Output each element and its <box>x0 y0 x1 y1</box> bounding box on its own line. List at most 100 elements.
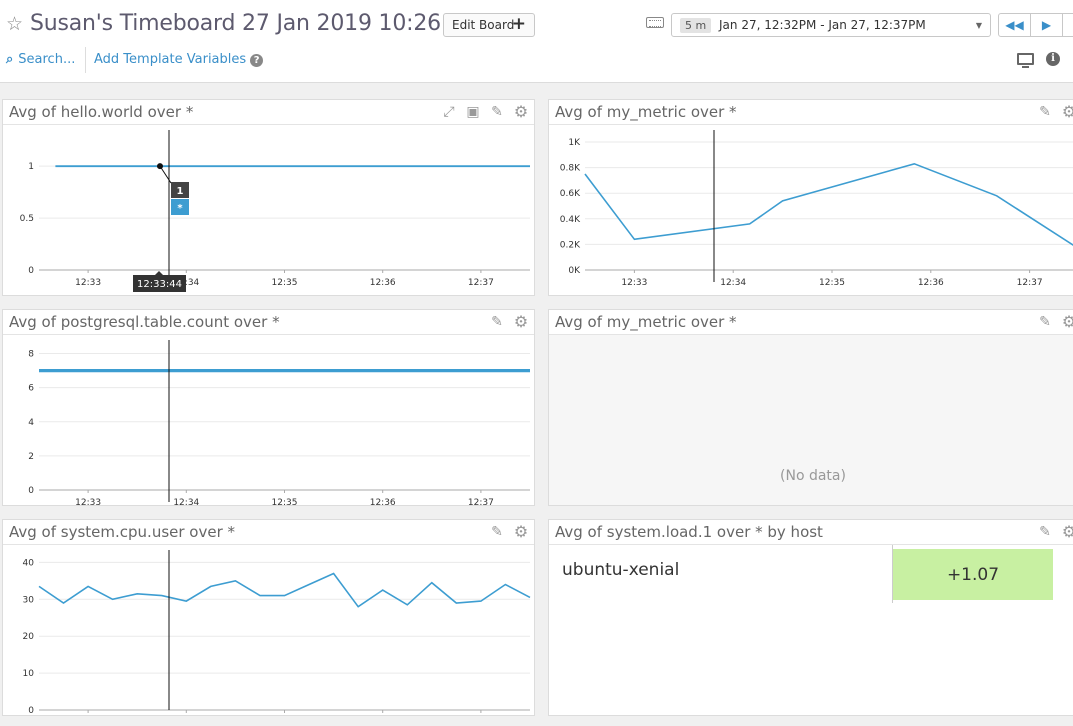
y-tick-label: 0 <box>28 486 34 496</box>
widget-title: Avg of my_metric over * <box>555 103 737 121</box>
widget-system-cpu-user: Avg of system.cpu.user over * ✎ ⚙ 0 10 20 3… <box>2 519 535 716</box>
series-line <box>584 162 1073 246</box>
search-icon: ⌕ <box>6 52 14 67</box>
tooltip-series: * <box>177 203 183 214</box>
gear-icon[interactable]: ⚙ <box>1061 524 1073 540</box>
timeframe-span-badge: 5 m <box>680 18 712 33</box>
x-tick-label: 12:33 <box>621 278 647 288</box>
pencil-icon[interactable]: ✎ <box>489 104 505 120</box>
time-navigation: ◀◀ ▶ ▶ <box>998 13 1073 37</box>
widget-title: Avg of postgresql.table.count over * <box>9 313 280 331</box>
hover-point <box>157 163 163 170</box>
widget-actions: ✎ ⚙ <box>1037 524 1073 541</box>
widget-title: Avg of system.load.1 over * by host <box>555 523 823 541</box>
info-icon[interactable]: i <box>1046 52 1060 66</box>
y-tick-label: 0K <box>568 266 581 276</box>
expand-icon[interactable]: ⤢ <box>441 104 457 120</box>
pencil-icon[interactable]: ✎ <box>489 314 505 330</box>
search-box[interactable]: ⌕ Search... <box>6 52 75 67</box>
y-tick-label: 10 <box>23 669 35 679</box>
play-button[interactable]: ▶ <box>1030 13 1063 37</box>
pencil-icon[interactable]: ✎ <box>1037 104 1053 120</box>
widget-system-load: Avg of system.load.1 over * by host ✎ ⚙ … <box>548 519 1073 716</box>
x-tick-label: 12:36 <box>918 278 944 288</box>
gear-icon[interactable]: ⚙ <box>1061 314 1073 330</box>
hello-world-chart[interactable]: 00.5112:33 12:34 12:35 12:36 12:371*12:33:44 <box>3 125 535 296</box>
x-tick-label: 12:37 <box>1017 278 1043 288</box>
chevron-down-icon: ▼ <box>975 21 982 30</box>
add-template-variables-label: Add Template Variables <box>94 52 247 67</box>
rewind-button[interactable]: ◀◀ <box>998 13 1031 37</box>
y-tick-label: 1 <box>28 162 34 172</box>
board-title: Susan's Timeboard 27 Jan 2019 10:26 <box>30 11 441 36</box>
plus-icon: + <box>511 14 526 34</box>
x-tick-label: 12:34 <box>173 498 199 506</box>
y-tick-label: 0.6K <box>560 189 581 199</box>
crosshair-time-label: 12:33:44 <box>137 279 182 290</box>
y-tick-label: 30 <box>23 595 35 605</box>
crosshair-time-pointer <box>155 271 163 275</box>
widget-title: Avg of hello.world over * <box>9 103 194 121</box>
camera-icon[interactable]: ▣ <box>465 104 481 120</box>
postgresql-table-count-chart[interactable]: 0 2 4 6 8 12:33 12:34 12:35 12:36 12:37 <box>3 335 535 506</box>
x-tick-label: 12:34 <box>720 278 746 288</box>
x-tick-label: 12:36 <box>370 278 396 288</box>
pencil-icon[interactable]: ✎ <box>1037 524 1053 540</box>
y-tick-label: 0.8K <box>560 164 581 174</box>
host-name: ubuntu-xenial <box>562 560 680 580</box>
tooltip-value: 1 <box>177 186 184 197</box>
x-tick-label: 12:37 <box>468 498 494 506</box>
y-tick-label: 6 <box>28 384 34 394</box>
x-tick-label: 12:37 <box>468 278 494 288</box>
gear-icon[interactable]: ⚙ <box>513 314 529 330</box>
widget-postgresql-table-count: Avg of postgresql.table.count over * ✎ ⚙… <box>2 309 535 506</box>
y-tick-label: 0 <box>28 266 34 276</box>
tv-mode-icon[interactable] <box>1017 53 1034 68</box>
widget-my-metric: Avg of my_metric over * ✎ ⚙ 0K 0.2K 0.4K 0.… <box>548 99 1073 296</box>
y-tick-label: 0.4K <box>560 215 581 225</box>
help-icon[interactable]: ? <box>250 54 264 67</box>
y-tick-label: 0.2K <box>560 240 581 250</box>
x-tick-label: 12:36 <box>370 498 396 506</box>
host-value: +1.07 <box>946 565 1000 585</box>
timeframe-selector[interactable]: 5 m Jan 27, 12:32PM - Jan 27, 12:37PM ▼ <box>671 13 991 37</box>
x-tick-label: 12:33 <box>75 278 101 288</box>
divider <box>85 47 86 73</box>
widget-actions: ✎ ⚙ <box>489 524 529 541</box>
widget-actions: ✎ ⚙ <box>1037 314 1073 331</box>
my-metric-chart[interactable]: 0K 0.2K 0.4K 0.6K 0.8K 1K 12:33 12:34 12:35 12:36… <box>549 125 1073 296</box>
widget-header-divider <box>549 544 1073 545</box>
forward-button[interactable]: ▶ <box>1062 13 1073 37</box>
y-tick-label: 4 <box>28 418 34 428</box>
timeframe-range: Jan 27, 12:32PM - Jan 27, 12:37PM <box>719 18 926 32</box>
add-template-variables-link[interactable]: Add Template Variables? <box>94 52 264 67</box>
gear-icon[interactable]: ⚙ <box>513 524 529 540</box>
widget-title: Avg of my_metric over * <box>555 313 737 331</box>
pencil-icon[interactable]: ✎ <box>489 524 505 540</box>
x-tick-label: 12:33 <box>75 498 101 506</box>
gear-icon[interactable]: ⚙ <box>513 104 529 120</box>
favorite-star-icon[interactable]: ☆ <box>6 13 23 35</box>
x-tick-label: 12:35 <box>272 498 298 506</box>
y-tick-label: 2 <box>28 452 34 462</box>
series-line <box>38 572 531 608</box>
x-tick-label: 12:35 <box>272 278 298 288</box>
y-tick-label: 8 <box>28 350 34 360</box>
y-tick-label: 0 <box>28 706 34 716</box>
board-header: ☆ Susan's Timeboard 27 Jan 2019 10:26 Ed… <box>0 0 1073 83</box>
widget-hello-world: Avg of hello.world over * ⤢ ▣ ✎ ⚙ 0 0.5 1 1… <box>2 99 535 296</box>
widget-my-metric-empty: Avg of my_metric over * ✎ ⚙ (No data) <box>548 309 1073 506</box>
widget-header-divider <box>549 334 1073 335</box>
edit-board-label: Edit Board <box>452 18 515 32</box>
widget-title: Avg of system.cpu.user over * <box>9 523 236 541</box>
keyboard-icon[interactable] <box>646 17 664 28</box>
search-placeholder: Search... <box>18 52 76 67</box>
pencil-icon[interactable]: ✎ <box>1037 314 1053 330</box>
gear-icon[interactable]: ⚙ <box>1061 104 1073 120</box>
y-tick-label: 0.5 <box>20 214 34 224</box>
system-cpu-user-chart[interactable]: 01020304012:3312:3412:3512:3612:37 <box>3 545 535 716</box>
widget-actions: ✎ ⚙ <box>1037 104 1073 121</box>
no-data-message: (No data) <box>780 468 846 484</box>
y-tick-label: 20 <box>23 632 35 642</box>
edit-board-button[interactable]: Edit Board + <box>443 13 535 37</box>
